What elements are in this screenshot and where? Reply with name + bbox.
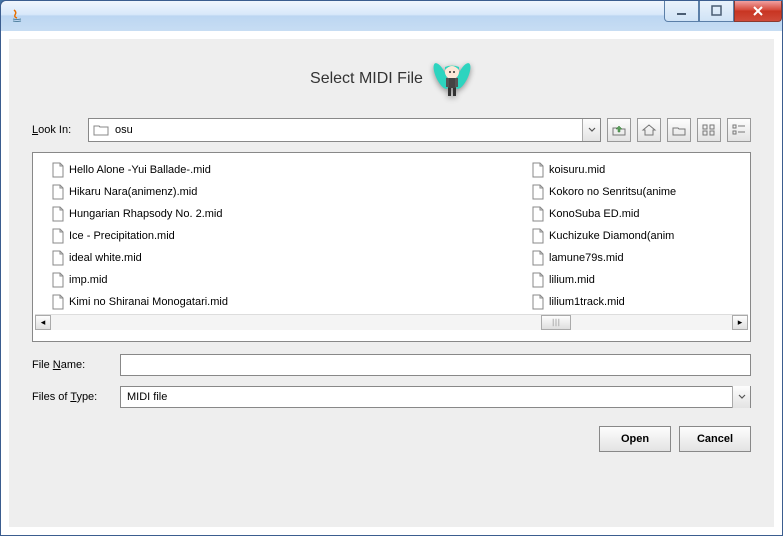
window-controls	[664, 1, 782, 22]
file-icon	[531, 162, 545, 178]
file-list[interactable]: Hello Alone -Yui Ballade-.mid Hikaru Nara…	[35, 159, 748, 314]
file-panel: Hello Alone -Yui Ballade-.mid Hikaru Nara…	[32, 152, 751, 342]
file-icon	[531, 228, 545, 244]
chevron-down-icon	[738, 394, 746, 400]
up-folder-button[interactable]	[607, 118, 631, 142]
file-name: Kuchizuke Diamond(anim	[549, 230, 674, 242]
file-icon	[51, 184, 65, 200]
filetype-dropdown-button[interactable]	[732, 386, 750, 408]
file-name: ideal white.mid	[69, 252, 142, 264]
file-item[interactable]: Hikaru Nara(animenz).mid	[35, 181, 515, 203]
file-icon	[51, 162, 65, 178]
list-view-button[interactable]	[697, 118, 721, 142]
file-name: lilium1track.mid	[549, 296, 625, 308]
maximize-button[interactable]	[699, 1, 734, 22]
file-item[interactable]: Hungarian Rhapsody No. 2.mid	[35, 203, 515, 225]
file-icon	[531, 272, 545, 288]
file-item[interactable]: lilium.mid	[515, 269, 715, 291]
file-item[interactable]: koisuru.mid	[515, 159, 715, 181]
file-item[interactable]: Hello Alone -Yui Ballade-.mid	[35, 159, 515, 181]
filetype-row: Files of Type: MIDI file	[32, 386, 751, 408]
scroll-left-button[interactable]: ◂	[35, 315, 51, 330]
folder-icon	[93, 123, 109, 137]
lookin-value: osu	[115, 124, 582, 136]
filetype-label: Files of Type:	[32, 391, 114, 403]
file-item[interactable]: lilium1track.mid	[515, 291, 715, 313]
home-icon	[641, 123, 657, 137]
file-name: Ice - Precipitation.mid	[69, 230, 175, 242]
file-item[interactable]: imp.mid	[35, 269, 515, 291]
minimize-button[interactable]	[664, 1, 699, 22]
cancel-button[interactable]: Cancel	[679, 426, 751, 452]
miku-avatar	[431, 58, 473, 100]
open-button[interactable]: Open	[599, 426, 671, 452]
file-icon	[531, 206, 545, 222]
filename-row: File Name:	[32, 354, 751, 376]
filetype-value: MIDI file	[127, 391, 732, 403]
file-name: Hello Alone -Yui Ballade-.mid	[69, 164, 211, 176]
file-name: lilium.mid	[549, 274, 595, 286]
file-name: Kimi no Shiranai Monogatari.mid	[69, 296, 228, 308]
file-name: koisuru.mid	[549, 164, 605, 176]
file-name: imp.mid	[69, 274, 108, 286]
file-name: KonoSuba ED.mid	[549, 208, 640, 220]
file-icon	[531, 294, 545, 310]
close-button[interactable]	[734, 1, 782, 22]
button-row: Open Cancel	[32, 426, 751, 452]
file-name: Hikaru Nara(animenz).mid	[69, 186, 197, 198]
dialog-title: Select MIDI File	[310, 70, 423, 88]
file-icon	[51, 228, 65, 244]
list-view-icon	[701, 123, 717, 137]
filetype-combo[interactable]: MIDI file	[120, 386, 751, 408]
lookin-label: Look In:	[32, 124, 82, 136]
minimize-icon	[676, 5, 688, 17]
file-item[interactable]: Ice - Precipitation.mid	[35, 225, 515, 247]
file-item[interactable]: ideal white.mid	[35, 247, 515, 269]
dialog-header: Select MIDI File	[32, 58, 751, 100]
scroll-right-button[interactable]: ▸	[732, 315, 748, 330]
scroll-thumb[interactable]	[541, 315, 571, 330]
java-icon	[9, 8, 25, 24]
new-folder-icon	[671, 123, 687, 137]
dialog-window: Select MIDI File Look In:	[0, 0, 783, 536]
up-folder-icon	[611, 123, 627, 137]
file-name: lamune79s.mid	[549, 252, 624, 264]
file-icon	[51, 272, 65, 288]
file-name: Kokoro no Senritsu(anime	[549, 186, 676, 198]
filename-label: File Name:	[32, 359, 114, 371]
chevron-down-icon	[588, 127, 596, 133]
horizontal-scrollbar[interactable]: ◂ ▸	[35, 314, 748, 330]
file-item[interactable]: Kuchizuke Diamond(anim	[515, 225, 715, 247]
lookin-combo[interactable]: osu	[88, 118, 601, 142]
file-item[interactable]: Kokoro no Senritsu(anime	[515, 181, 715, 203]
file-item[interactable]: Kimi no Shiranai Monogatari.mid	[35, 291, 515, 313]
file-item[interactable]: lamune79s.mid	[515, 247, 715, 269]
dialog-content: Select MIDI File Look In:	[9, 39, 774, 527]
home-button[interactable]	[637, 118, 661, 142]
maximize-icon	[711, 5, 723, 17]
file-icon	[531, 184, 545, 200]
close-icon	[751, 4, 765, 18]
lookin-dropdown-button[interactable]	[582, 119, 600, 141]
detail-view-button[interactable]	[727, 118, 751, 142]
detail-view-icon	[731, 123, 747, 137]
file-icon	[531, 250, 545, 266]
file-name: Hungarian Rhapsody No. 2.mid	[69, 208, 222, 220]
file-icon	[51, 250, 65, 266]
file-icon	[51, 294, 65, 310]
scroll-track[interactable]	[51, 315, 732, 330]
file-icon	[51, 206, 65, 222]
filename-input[interactable]	[120, 354, 751, 376]
new-folder-button[interactable]	[667, 118, 691, 142]
titlebar[interactable]	[1, 1, 782, 31]
file-item[interactable]: KonoSuba ED.mid	[515, 203, 715, 225]
lookin-row: Look In: osu	[32, 118, 751, 142]
